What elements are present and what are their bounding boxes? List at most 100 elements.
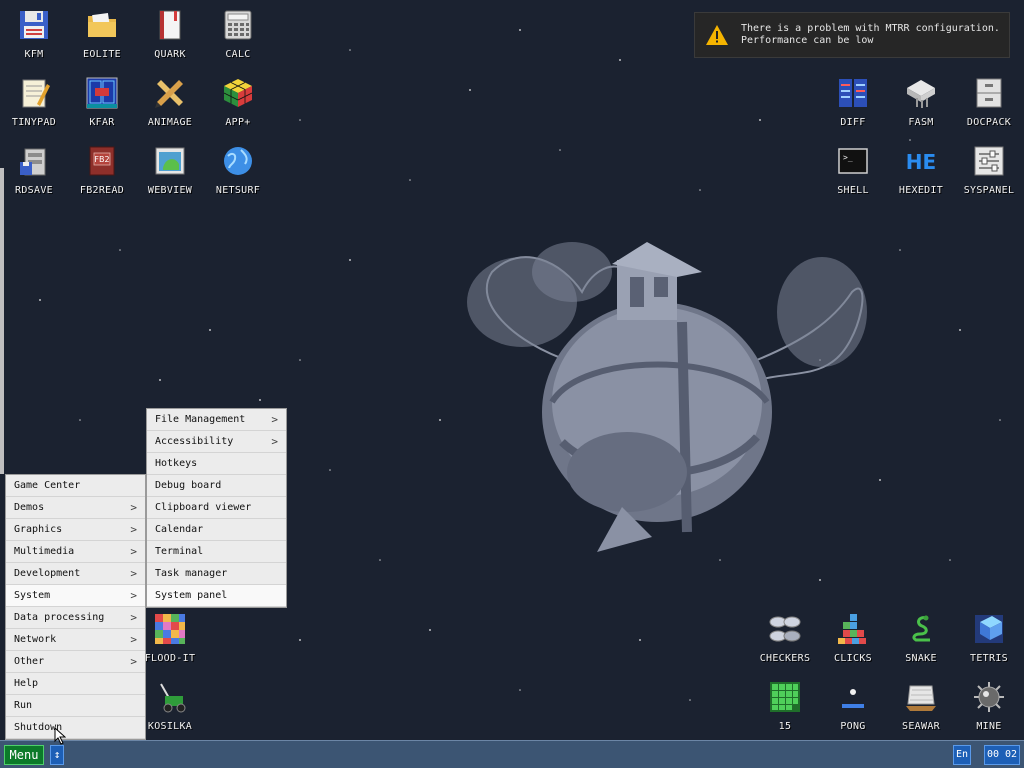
submenu-arrow-icon: > bbox=[130, 567, 137, 580]
desktop-icon-mine[interactable]: MINE bbox=[955, 672, 1023, 738]
desktop-icon-fasm[interactable]: FASM bbox=[887, 68, 955, 134]
desktop-icon-label: NETSURF bbox=[215, 185, 261, 196]
menu-item-demos[interactable]: Demos > bbox=[6, 497, 145, 519]
desktop-icon-calc[interactable]: CALC bbox=[204, 0, 272, 66]
desktop-icon-label: SNAKE bbox=[905, 653, 937, 664]
dual-panel-icon bbox=[86, 77, 118, 109]
desktop-icon-netsurf[interactable]: NETSURF bbox=[204, 136, 272, 202]
desktop-icon-clicks[interactable]: CLICKS bbox=[819, 604, 887, 670]
desktop-icon-fb2read[interactable]: FB2 FB2READ bbox=[68, 136, 136, 202]
desktop-icon-snake[interactable]: SNAKE bbox=[887, 604, 955, 670]
desktop-icon-label: HEXEDIT bbox=[898, 185, 944, 196]
menu-item-shutdown[interactable]: Shutdown bbox=[6, 717, 145, 739]
submenu-arrow-icon: > bbox=[130, 611, 137, 624]
submenu-item-clipboard-viewer[interactable]: Clipboard viewer bbox=[147, 497, 286, 519]
desktop-icon-label: TETRIS bbox=[970, 653, 1008, 664]
fifteen-puzzle-icon bbox=[770, 682, 800, 712]
desktop-icon-webview[interactable]: WEBVIEW bbox=[136, 136, 204, 202]
desktop-icon-label: APP+ bbox=[225, 117, 251, 128]
submenu-arrow-icon: > bbox=[130, 545, 137, 558]
desktop-icon-kfar[interactable]: KFAR bbox=[68, 68, 136, 134]
file-cabinet-icon bbox=[976, 78, 1002, 108]
fb2-label: FB2 bbox=[94, 155, 109, 164]
desktop-icon-flood-it[interactable]: FLOOD-IT bbox=[136, 604, 204, 670]
terminal-icon: >_ bbox=[838, 148, 868, 174]
shell-prompt: >_ bbox=[843, 153, 853, 162]
submenu-arrow-icon: > bbox=[130, 501, 137, 514]
keyboard-layout-indicator[interactable]: En bbox=[953, 745, 971, 765]
globe-icon bbox=[224, 147, 252, 175]
desktop-icon-syspanel[interactable]: SYSPANEL bbox=[955, 136, 1023, 202]
assembler-icon bbox=[907, 80, 935, 108]
desktop-icon-tinypad[interactable]: TINYPAD bbox=[0, 68, 68, 134]
submenu-item-system-panel[interactable]: System panel bbox=[147, 585, 286, 607]
color-grid-icon bbox=[155, 614, 185, 644]
desktop-icon-kosilka[interactable]: KOSILKA bbox=[136, 672, 204, 738]
submenu-item-hotkeys[interactable]: Hotkeys bbox=[147, 453, 286, 475]
desktop-icon-animage[interactable]: ANIMAGE bbox=[136, 68, 204, 134]
mine-icon bbox=[974, 682, 1004, 712]
submenu-item-calendar[interactable]: Calendar bbox=[147, 519, 286, 541]
submenu-item-task-manager[interactable]: Task manager bbox=[147, 563, 286, 585]
submenu-arrow-icon: > bbox=[271, 413, 278, 426]
hidden-panel-edge[interactable] bbox=[0, 168, 4, 474]
submenu-arrow-icon: > bbox=[130, 523, 137, 536]
window-switch-button[interactable]: ↕ bbox=[50, 745, 64, 765]
battleship-icon bbox=[906, 685, 936, 711]
lawn-mower-icon bbox=[160, 683, 186, 713]
desktop-icon-quark[interactable]: QUARK bbox=[136, 0, 204, 66]
desktop-icon-15[interactable]: 15 bbox=[751, 672, 819, 738]
hex-editor-icon: HE bbox=[906, 150, 936, 174]
checkers-pieces-icon bbox=[769, 616, 801, 642]
pong-icon bbox=[842, 689, 864, 708]
desktop-icon-docpack[interactable]: DOCPACK bbox=[955, 68, 1023, 134]
desktop-icon-kfm[interactable]: KFM bbox=[0, 0, 68, 66]
desktop-icon-label: SEAWAR bbox=[902, 721, 940, 732]
menu-item-help[interactable]: Help bbox=[6, 673, 145, 695]
menu-item-multimedia[interactable]: Multimedia > bbox=[6, 541, 145, 563]
desktop-icon-pong[interactable]: PONG bbox=[819, 672, 887, 738]
menu-item-graphics[interactable]: Graphics > bbox=[6, 519, 145, 541]
desktop-icon-eolite[interactable]: EOLITE bbox=[68, 0, 136, 66]
desktop-icon-label: KOSILKA bbox=[147, 721, 193, 732]
desktop-icon-checkers[interactable]: CHECKERS bbox=[751, 604, 819, 670]
desktop-icon-tetris[interactable]: TETRIS bbox=[955, 604, 1023, 670]
desktop-icon-diff[interactable]: DIFF bbox=[819, 68, 887, 134]
desktop-icon-hexedit[interactable]: HE HEXEDIT bbox=[887, 136, 955, 202]
clock[interactable]: 00 02 bbox=[984, 745, 1020, 765]
desktop-icon-rdsave[interactable]: RDSAVE bbox=[0, 136, 68, 202]
menu-item-game-center[interactable]: Game Center bbox=[6, 475, 145, 497]
menu-item-network[interactable]: Network > bbox=[6, 629, 145, 651]
warning-icon bbox=[706, 25, 728, 45]
ram-disk-icon bbox=[20, 148, 46, 176]
colored-blocks-icon bbox=[838, 614, 866, 644]
diff-compare-icon bbox=[839, 79, 867, 107]
desktop-icon-label: FLOOD-IT bbox=[144, 653, 196, 664]
menu-item-other[interactable]: Other > bbox=[6, 651, 145, 673]
desktop-icon-label: PONG bbox=[840, 721, 866, 732]
submenu-item-terminal[interactable]: Terminal bbox=[147, 541, 286, 563]
folder-icon bbox=[88, 12, 116, 37]
desktop-icon-seawar[interactable]: SEAWAR bbox=[887, 672, 955, 738]
desktop-icon-label: RDSAVE bbox=[15, 185, 53, 196]
desktop-icon-app-plus[interactable]: APP+ bbox=[204, 68, 272, 134]
desktop-icon-shell[interactable]: >_ SHELL bbox=[819, 136, 887, 202]
menu-button[interactable]: Menu bbox=[4, 745, 44, 765]
submenu-item-debug-board[interactable]: Debug board bbox=[147, 475, 286, 497]
desktop-icon-label: QUARK bbox=[154, 49, 186, 60]
submenu-item-file-management[interactable]: File Management > bbox=[147, 409, 286, 431]
desktop-icon-label: MINE bbox=[976, 721, 1002, 732]
floppy-icon bbox=[20, 11, 48, 39]
sliders-panel-icon bbox=[974, 146, 1004, 176]
desktop-icon-label: EOLITE bbox=[83, 49, 121, 60]
desktop-icon-label: FB2READ bbox=[79, 185, 125, 196]
main-menu: Game Center Demos > Graphics > Multimedia >… bbox=[5, 474, 146, 740]
fb2-book-icon: FB2 bbox=[89, 146, 115, 176]
menu-item-data-processing[interactable]: Data processing > bbox=[6, 607, 145, 629]
menu-item-run[interactable]: Run bbox=[6, 695, 145, 717]
menu-item-development[interactable]: Development > bbox=[6, 563, 145, 585]
desktop-icon-label: CHECKERS bbox=[759, 653, 811, 664]
menu-item-system[interactable]: System > bbox=[6, 585, 145, 607]
desktop-icon-label: SHELL bbox=[837, 185, 869, 196]
submenu-item-accessibility[interactable]: Accessibility > bbox=[147, 431, 286, 453]
